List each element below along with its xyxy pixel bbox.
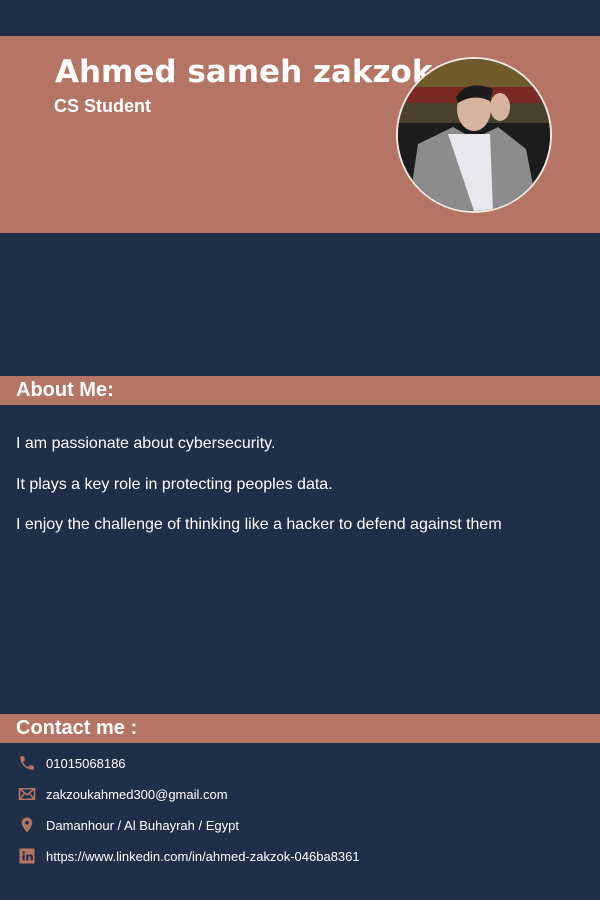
phone-number: 01015068186 bbox=[46, 755, 126, 771]
linkedin-icon bbox=[19, 848, 35, 864]
about-line: I enjoy the challenge of thinking like a… bbox=[16, 516, 502, 533]
contact-location: Damanhour / Al Buhayrah / Egypt bbox=[18, 816, 239, 834]
about-line: It plays a key role in protecting people… bbox=[16, 476, 333, 493]
contact-email: zakzoukahmed300@gmail.com bbox=[18, 785, 228, 803]
location-pin-icon bbox=[21, 817, 33, 833]
profile-photo bbox=[396, 57, 552, 213]
about-title: About Me: bbox=[16, 379, 114, 401]
contact-linkedin: https://www.linkedin.com/in/ahmed-zakzok… bbox=[18, 847, 360, 865]
about-section-header: About Me: bbox=[0, 376, 600, 405]
email-address[interactable]: zakzoukahmed300@gmail.com bbox=[46, 787, 228, 802]
linkedin-url[interactable]: https://www.linkedin.com/in/ahmed-zakzok… bbox=[46, 849, 360, 864]
profile-name: Ahmed sameh zakzok bbox=[55, 54, 433, 90]
profile-role: CS Student bbox=[54, 96, 151, 116]
phone-icon bbox=[20, 756, 34, 770]
contact-section-header: Contact me : bbox=[0, 714, 600, 743]
about-line: I am passionate about cybersecurity. bbox=[16, 435, 276, 452]
contact-title: Contact me : bbox=[16, 717, 138, 739]
contact-phone: 01015068186 bbox=[18, 754, 126, 772]
location-text: Damanhour / Al Buhayrah / Egypt bbox=[46, 817, 239, 833]
mail-icon bbox=[18, 788, 36, 800]
